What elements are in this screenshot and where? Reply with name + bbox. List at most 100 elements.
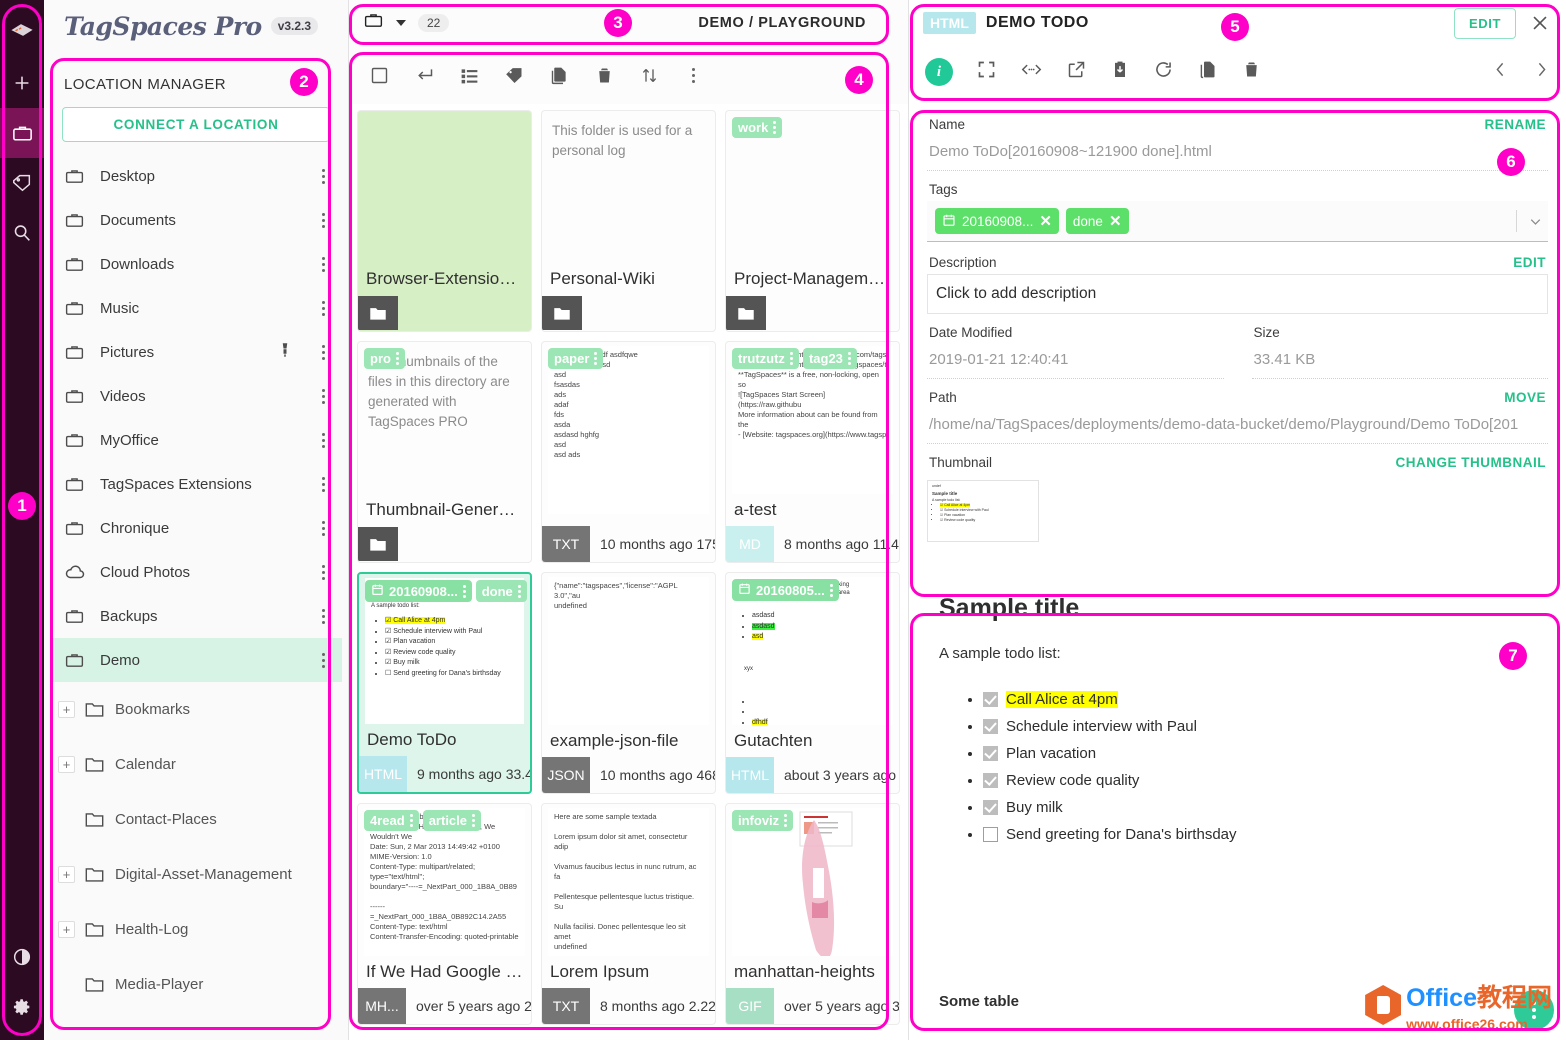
location-item-backups[interactable]: Backups: [50, 594, 342, 638]
settings-gear-icon[interactable]: [0, 982, 44, 1032]
sort-icon[interactable]: [639, 65, 660, 86]
tile-tag-menu-icon[interactable]: [784, 814, 788, 827]
todo-checkbox[interactable]: [983, 800, 998, 815]
tile-tag[interactable]: paper: [548, 348, 604, 369]
tile-tag-menu-icon[interactable]: [409, 814, 413, 827]
tile-tag[interactable]: pro: [364, 348, 405, 369]
description-placeholder[interactable]: Click to add description: [927, 274, 1548, 314]
download-icon[interactable]: [1110, 59, 1130, 85]
copy-move-icon[interactable]: [549, 65, 570, 86]
file-tile[interactable]: {"name":"tagspaces","license":"AGPL 3.0"…: [541, 572, 716, 794]
location-item-menu-icon[interactable]: [314, 256, 332, 272]
location-item-menu-icon[interactable]: [314, 300, 332, 316]
file-tile[interactable]: undefSample titleA sample todo list:☑ Ca…: [357, 572, 532, 794]
remove-tag-icon[interactable]: ✕: [1109, 212, 1122, 230]
location-item-demo[interactable]: Demo: [50, 638, 342, 682]
tile-tag[interactable]: tag23: [802, 348, 857, 369]
description-edit-button[interactable]: EDIT: [1513, 255, 1546, 270]
tile-tag-menu-icon[interactable]: [517, 584, 521, 598]
todo-checkbox[interactable]: [983, 827, 998, 842]
delete-icon[interactable]: [594, 65, 615, 86]
open-external-icon[interactable]: [1066, 59, 1087, 85]
path-value[interactable]: /home/na/TagSpaces/deployments/demo-data…: [927, 409, 1548, 444]
location-item-menu-icon[interactable]: [314, 608, 332, 624]
location-dropdown-caret-icon[interactable]: [396, 20, 406, 26]
tags-input[interactable]: 20160908... ✕ done ✕: [927, 201, 1548, 242]
todo-item[interactable]: Schedule interview with Paul: [983, 713, 1536, 740]
create-icon[interactable]: [0, 58, 44, 108]
breadcrumb[interactable]: DEMO / PLAYGROUND: [698, 15, 866, 31]
tile-tag-menu-icon[interactable]: [594, 352, 598, 365]
tag-files-icon[interactable]: [504, 65, 525, 86]
file-tile[interactable]: The thumbnails of the files in this dire…: [357, 341, 532, 563]
location-item-menu-icon[interactable]: [314, 432, 332, 448]
directory-item-calendar[interactable]: + Calendar: [50, 737, 342, 792]
location-item-music[interactable]: Music: [50, 286, 342, 330]
remove-tag-icon[interactable]: ✕: [1039, 212, 1052, 230]
todo-item[interactable]: Plan vacation: [983, 740, 1536, 767]
more-options-icon[interactable]: [684, 67, 702, 83]
tile-tag-menu-icon[interactable]: [472, 814, 476, 827]
directory-item-contact-places[interactable]: +Contact-Places: [50, 792, 342, 847]
todo-checkbox[interactable]: [983, 746, 998, 761]
tile-tag[interactable]: work: [732, 117, 783, 138]
select-all-icon[interactable]: [369, 65, 390, 86]
list-view-icon[interactable]: [459, 65, 480, 86]
breadcrumb-menu-icon[interactable]: [878, 15, 896, 31]
location-item-cloud-photos[interactable]: Cloud Photos: [50, 550, 342, 594]
tile-tag-menu-icon[interactable]: [829, 583, 833, 597]
close-icon[interactable]: [1526, 12, 1554, 34]
properties-info-icon[interactable]: i: [925, 58, 953, 86]
file-tile[interactable]: Feel free to change this HTML file click…: [725, 572, 900, 794]
todo-checkbox[interactable]: [983, 692, 998, 707]
directory-item-media-player[interactable]: +Media-Player: [50, 957, 342, 1012]
search-icon[interactable]: [0, 208, 44, 258]
location-item-menu-icon[interactable]: [314, 564, 332, 580]
tag-library-icon[interactable]: [0, 158, 44, 208]
todo-item[interactable]: Call Alice at 4pm: [983, 686, 1536, 713]
location-item-chronique[interactable]: Chronique: [50, 506, 342, 550]
location-item-downloads[interactable]: Downloads: [50, 242, 342, 286]
tile-tag-menu-icon[interactable]: [773, 121, 777, 134]
tile-tag[interactable]: 20160805...: [732, 579, 839, 601]
tile-tag[interactable]: done: [475, 580, 527, 602]
duplicate-icon[interactable]: [1197, 59, 1218, 85]
navigate-back-icon[interactable]: [414, 65, 435, 86]
expand-directory-icon[interactable]: +: [58, 921, 75, 938]
file-tile[interactable]: Here are some sample textada Lorem ipsum…: [541, 803, 716, 1025]
location-item-menu-icon[interactable]: [314, 476, 332, 492]
todo-item[interactable]: Send greeting for Dana's birthsday: [983, 821, 1536, 848]
directory-item-digital-asset-management[interactable]: + Digital-Asset-Management: [50, 847, 342, 902]
todo-checkbox[interactable]: [983, 719, 998, 734]
location-item-menu-icon[interactable]: [314, 168, 332, 184]
todo-item[interactable]: Buy milk: [983, 794, 1536, 821]
location-item-videos[interactable]: Videos: [50, 374, 342, 418]
file-tile[interactable]: wqewqe safasdf asdfqweasdfqwe asdfasdasd…: [541, 341, 716, 563]
tile-tag[interactable]: 4read: [364, 810, 419, 831]
directory-item-bookmarks[interactable]: + Bookmarks: [50, 682, 342, 737]
tile-tag[interactable]: trutzutz: [732, 348, 799, 369]
file-tile[interactable]: infoviz manhattan-heights GIF over 5 years …: [725, 803, 900, 1025]
tag-chip[interactable]: 20160908... ✕: [935, 208, 1059, 234]
fullscreen-icon[interactable]: [976, 59, 997, 85]
location-item-menu-icon[interactable]: [314, 388, 332, 404]
location-item-menu-icon[interactable]: [314, 520, 332, 536]
location-item-myoffice[interactable]: MyOffice: [50, 418, 342, 462]
tile-tag-menu-icon[interactable]: [462, 584, 466, 598]
location-item-documents[interactable]: Documents: [50, 198, 342, 242]
location-item-pictures[interactable]: Pictures: [50, 330, 342, 374]
expand-directory-icon[interactable]: +: [58, 866, 75, 883]
location-manager-icon[interactable]: [0, 108, 44, 158]
directory-item-health-log[interactable]: + Health-Log: [50, 902, 342, 957]
next-file-icon[interactable]: [1534, 59, 1550, 85]
highlighter-icon[interactable]: [276, 341, 294, 363]
thumbnail-preview[interactable]: undef Sample title A sample todo list: ☑…: [927, 480, 1039, 542]
expand-directory-icon[interactable]: +: [58, 756, 75, 773]
tile-tag-menu-icon[interactable]: [395, 352, 399, 365]
rename-button[interactable]: RENAME: [1484, 117, 1546, 132]
tile-tag[interactable]: 20160908...: [365, 580, 472, 602]
edit-button[interactable]: EDIT: [1453, 7, 1516, 39]
change-thumbnail-button[interactable]: CHANGE THUMBNAIL: [1396, 455, 1547, 470]
theme-toggle-icon[interactable]: [0, 932, 44, 982]
delete-icon[interactable]: [1241, 59, 1262, 85]
